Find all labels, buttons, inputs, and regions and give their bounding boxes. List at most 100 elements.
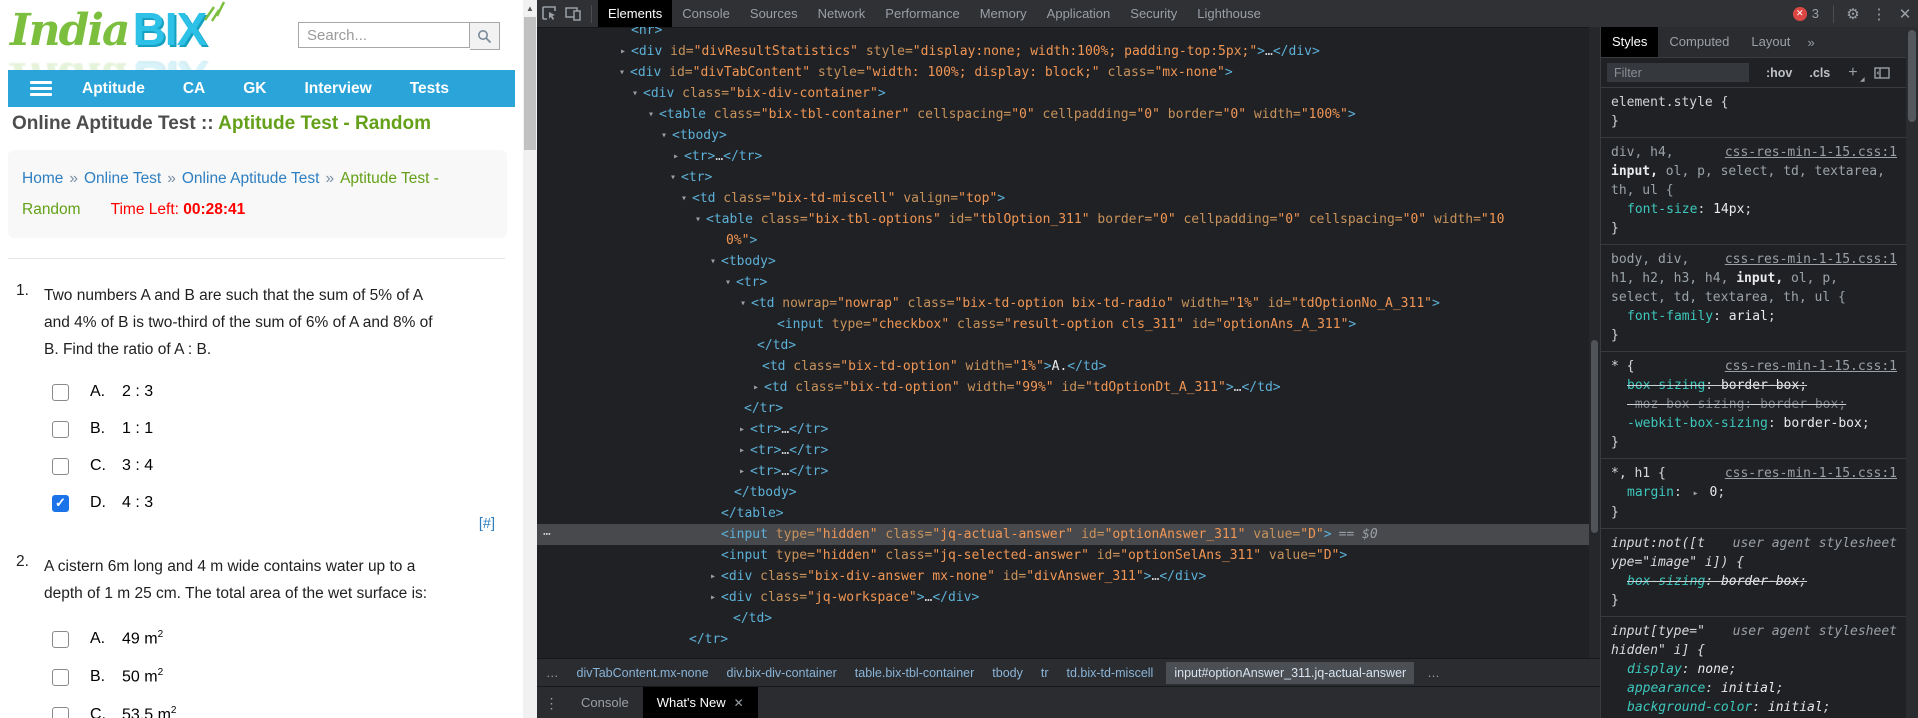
option-checkbox[interactable] (52, 420, 69, 438)
tree-node[interactable]: </tbody> (537, 482, 1589, 503)
breadcrumb-link[interactable]: Online Aptitude Test (182, 170, 320, 187)
tree-node[interactable]: <input type="checkbox" class="result-opt… (537, 314, 1589, 335)
expand-arrow-closed[interactable]: ▸ (750, 377, 762, 398)
expand-arrow-open[interactable]: ▾ (616, 62, 628, 83)
devtools-tab-sources[interactable]: Sources (740, 0, 808, 27)
expand-value-arrow[interactable]: ▸ (1693, 488, 1699, 499)
css-rule[interactable]: element.style {} (1601, 88, 1907, 138)
tree-node[interactable]: </td> (537, 608, 1589, 629)
nav-item-gk[interactable]: GK (243, 80, 266, 98)
css-rule[interactable]: css-res-min-1-15.css:1 body, div, h1, h2, … (1601, 245, 1907, 352)
search-input[interactable] (298, 22, 470, 48)
tree-node[interactable]: ▸ <div class="bix-div-answer mx-none" id=… (537, 566, 1589, 587)
css-declaration[interactable]: font-family: arial; (1611, 307, 1897, 326)
tree-node[interactable]: ▾ <tbody> (537, 125, 1589, 146)
expand-arrow-open[interactable]: ▾ (737, 293, 749, 314)
tree-node[interactable]: ▸ <div id="divResultStatistics" style="di… (537, 41, 1589, 62)
new-style-rule-button[interactable]: + (1848, 64, 1865, 83)
css-declaration[interactable]: background-color: initial; (1611, 698, 1897, 717)
expand-arrow-closed[interactable]: ▸ (736, 419, 748, 440)
option-checkbox[interactable] (52, 383, 69, 401)
nav-item-tests[interactable]: Tests (410, 80, 449, 98)
devtools-menu-icon[interactable]: ⋮ (1866, 5, 1892, 23)
node-menu-icon[interactable]: ⋯ (543, 524, 552, 545)
css-declaration[interactable]: display: none; (1611, 660, 1897, 679)
devtools-tab-application[interactable]: Application (1037, 0, 1121, 27)
tree-node[interactable]: </tr> (537, 398, 1589, 419)
indiabix-logo[interactable]: IndiaBIX (10, 1, 226, 56)
stylesheet-link[interactable]: css-res-min-1-15.css:1 (1725, 250, 1897, 269)
expand-arrow-closed[interactable]: ▸ (736, 440, 748, 461)
hamburger-menu-icon[interactable] (30, 81, 52, 96)
tree-node[interactable]: ▸ <tr>…</tr> (537, 146, 1589, 167)
error-count-badge[interactable]: ✕ 3 (1792, 6, 1819, 21)
css-rule[interactable]: user agent stylesheet input:not([t ype="im… (1601, 529, 1907, 617)
expand-arrow-closed[interactable]: ▸ (670, 146, 682, 167)
css-declaration[interactable]: box-sizing: border-box; (1611, 376, 1897, 395)
search-button[interactable] (470, 22, 500, 50)
tree-node[interactable]: ▾ <tr> (537, 167, 1589, 188)
option-checkbox[interactable] (52, 668, 69, 686)
css-rule[interactable]: css-res-min-1-15.css:1 *, h1 {margin: ▸ 0… (1601, 459, 1907, 529)
css-declaration[interactable]: box-sizing: border-box; (1611, 572, 1897, 591)
elements-scrollbar[interactable] (1589, 27, 1600, 658)
expand-arrow-open[interactable]: ▾ (707, 251, 719, 272)
drawer-tab[interactable]: What's New ✕ (642, 687, 758, 718)
nav-item-aptitude[interactable]: Aptitude (82, 80, 145, 98)
pane-layout-icon[interactable] (1873, 66, 1890, 79)
breadcrumb-overflow[interactable]: … (546, 666, 559, 680)
sidebar-tab-computed[interactable]: Computed (1658, 27, 1740, 57)
devtools-tab-elements[interactable]: Elements (598, 0, 673, 27)
drawer-tab[interactable]: Console (567, 687, 643, 718)
inspect-element-icon[interactable] (537, 3, 561, 24)
dom-crumb[interactable]: table.bix-tbl-container (855, 666, 975, 680)
sidebar-tab-styles[interactable]: Styles (1601, 27, 1659, 57)
expand-arrow-closed[interactable]: ▸ (736, 461, 748, 482)
tree-node[interactable]: </td> (537, 335, 1589, 356)
tree-node[interactable]: 0%"> (537, 230, 1589, 251)
tree-node[interactable]: ▾ <div id="divTabContent" style="width: 1… (537, 62, 1589, 83)
drawer-menu-icon[interactable]: ⋮ (537, 695, 567, 712)
option-checkbox[interactable] (52, 706, 69, 718)
css-declaration[interactable]: margin: ▸ 0; (1611, 483, 1897, 503)
devtools-tab-network[interactable]: Network (808, 0, 876, 27)
devtools-tab-memory[interactable]: Memory (970, 0, 1037, 27)
stylesheet-link[interactable]: css-res-min-1-15.css:1 (1725, 143, 1897, 162)
devtools-tab-security[interactable]: Security (1120, 0, 1187, 27)
tree-node-selected[interactable]: ⋯ <input type="hidden" class="jq-actual-a… (537, 524, 1589, 545)
device-toolbar-icon[interactable] (561, 3, 585, 24)
expand-arrow-closed[interactable]: ▸ (617, 41, 629, 62)
question-anchor-link[interactable]: [#] (479, 516, 495, 532)
tree-node[interactable]: ▸ <tr>…</tr> (537, 461, 1589, 482)
toggle-class-button[interactable]: .cls (1809, 66, 1830, 80)
css-declaration[interactable]: font-size: 14px; (1611, 200, 1897, 219)
tree-node[interactable]: ▾ <tr> (537, 272, 1589, 293)
dom-crumb[interactable]: tbody (992, 666, 1023, 680)
tree-node[interactable]: ▸ <div class="jq-workspace">…</div> (537, 587, 1589, 608)
nav-item-interview[interactable]: Interview (305, 80, 372, 98)
tab-close-icon[interactable]: ✕ (734, 696, 744, 710)
tree-node[interactable]: ▾ <td nowrap="nowrap" class="bix-td-optio… (537, 293, 1589, 314)
tree-node[interactable]: ▾ <table class="bix-tbl-options" id="tblO… (537, 209, 1589, 230)
css-declaration[interactable]: -moz-box-sizing: border-box; (1611, 395, 1897, 414)
devtools-tab-performance[interactable]: Performance (875, 0, 969, 27)
css-declaration[interactable]: appearance: initial; (1611, 679, 1897, 698)
sidebar-tab-layout[interactable]: Layout (1740, 27, 1801, 57)
expand-arrow-open[interactable]: ▾ (629, 83, 641, 104)
page-scrollbar[interactable]: ▲ (523, 0, 537, 718)
expand-arrow-open[interactable]: ▾ (692, 209, 704, 230)
tree-node[interactable]: <input type="hidden" class="jq-selected-… (537, 545, 1589, 566)
option-checkbox[interactable] (52, 457, 69, 475)
nav-item-ca[interactable]: CA (183, 80, 205, 98)
expand-arrow-closed[interactable]: ▸ (707, 587, 719, 608)
expand-arrow-open[interactable]: ▾ (722, 272, 734, 293)
tree-node[interactable]: </tr> (537, 629, 1589, 650)
dom-crumb[interactable]: divTabContent.mx-none (577, 666, 709, 680)
breadcrumb-link[interactable]: Online Test (84, 170, 161, 187)
elements-scrollbar-thumb[interactable] (1591, 340, 1598, 533)
css-rule[interactable]: css-res-min-1-15.css:1 div, h4, input, ol,… (1601, 138, 1907, 245)
settings-gear-icon[interactable]: ⚙ (1840, 5, 1866, 23)
tree-node[interactable]: </table> (537, 503, 1589, 524)
stylesheet-link[interactable]: css-res-min-1-15.css:1 (1725, 357, 1897, 376)
tree-node[interactable]: ▸ <td class="bix-td-option" width="99%" i… (537, 377, 1589, 398)
